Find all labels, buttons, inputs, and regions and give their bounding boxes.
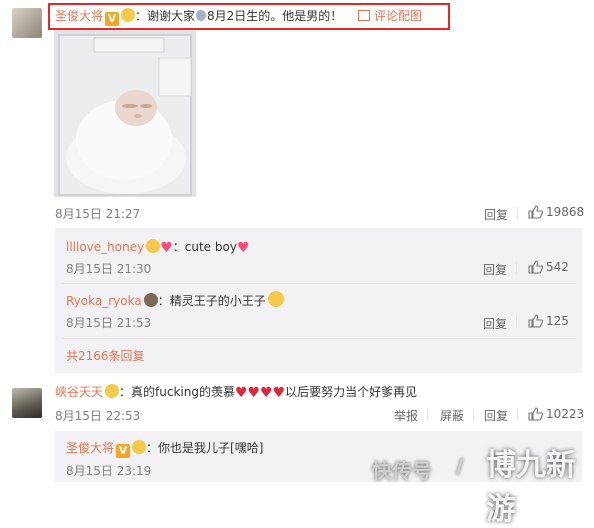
comment-time: 8月15日 22:53 xyxy=(55,409,141,423)
action-divider xyxy=(517,207,518,219)
like-count: 19868 xyxy=(546,205,585,219)
like-count: 125 xyxy=(546,314,569,328)
thumbs-up-icon xyxy=(528,260,543,274)
like-button[interactable]: 542 xyxy=(528,260,569,274)
pic-link[interactable]: 评论配图 xyxy=(374,9,422,23)
reply-author[interactable]: Ryoka_ryoka xyxy=(66,294,142,308)
watermark-left: 快传号 xyxy=(372,459,432,483)
reply-author[interactable]: llllove_honey xyxy=(66,240,144,254)
emoji-icon xyxy=(196,10,207,21)
reply-button[interactable]: 回复 xyxy=(483,261,507,278)
like-button[interactable]: 10223 xyxy=(528,407,584,421)
reply-button[interactable]: 回复 xyxy=(483,315,507,332)
reply-line-2: Ryoka_ryoka ：精灵王子的小王子 xyxy=(66,291,284,309)
reply-time: 8月15日 23:19 xyxy=(66,464,152,478)
image-icon xyxy=(358,10,371,21)
post-author[interactable]: 圣俊大将 xyxy=(55,9,103,23)
reply-button[interactable]: 回复 xyxy=(484,407,508,424)
verified-icon: V xyxy=(116,444,131,458)
avatar[interactable] xyxy=(12,388,42,418)
reply-line-3: 圣俊大将 V ：你也是我儿子[嘿哈] xyxy=(66,439,263,458)
heart-icon: ♥ xyxy=(236,240,250,256)
comment-line: 峡谷天天 ：真的fucking的羡慕♥♥♥♥以后要努力当个好爹再见 xyxy=(55,383,417,401)
action-divider xyxy=(516,316,517,328)
like-count: 10223 xyxy=(546,407,585,421)
action-divider xyxy=(516,262,517,274)
like-button[interactable]: 19868 xyxy=(528,205,584,219)
report-button[interactable]: 举报 xyxy=(394,407,418,424)
broken-heart-icon: ♥♥♥♥ xyxy=(234,385,286,401)
crown-icon xyxy=(146,239,161,253)
reply-divider xyxy=(62,283,576,284)
comment-author[interactable]: 峡谷天天 xyxy=(55,385,103,399)
reply-author[interactable]: 圣俊大将 xyxy=(66,441,114,455)
reply-divider xyxy=(62,338,576,339)
thumbs-up-icon xyxy=(528,205,543,219)
reply-text: ：你也是我儿子[嘿哈] xyxy=(146,441,264,455)
action-divider xyxy=(427,409,428,421)
block-button[interactable]: 屏蔽 xyxy=(440,407,464,424)
like-count: 542 xyxy=(546,260,569,274)
comment-text-before: ：真的fucking的羡慕 xyxy=(119,385,235,399)
crown-icon xyxy=(132,440,147,454)
post-text-before: ：谢谢大家 xyxy=(135,9,196,23)
emoji-icon xyxy=(267,291,284,307)
thumbs-up-icon xyxy=(528,407,543,421)
reply-line-1: llllove_honey ♥：cute boy♥ xyxy=(66,238,250,256)
verified-icon: V xyxy=(105,12,120,26)
comment-text-after: 以后要努力当个好爹再见 xyxy=(285,385,418,399)
watermark-right: 博九新游 xyxy=(486,448,576,527)
post-line: 圣俊大将 V ：谢谢大家 8月2日生的。他是男的！ 评论配图 xyxy=(55,7,422,26)
reply-text: ：精灵王子的小王子 xyxy=(157,294,266,308)
like-button[interactable]: 125 xyxy=(528,314,569,328)
action-divider xyxy=(473,409,474,421)
post-time: 8月15日 21:27 xyxy=(55,207,141,221)
action-divider xyxy=(517,409,518,421)
baby-photo xyxy=(54,30,196,197)
reply-button[interactable]: 回复 xyxy=(484,206,508,223)
thumbs-up-icon xyxy=(528,314,543,328)
reply-text: ：cute boy xyxy=(172,240,237,254)
reply-time: 8月15日 21:30 xyxy=(66,262,152,276)
heart-icon: ♥ xyxy=(160,240,173,256)
avatar[interactable] xyxy=(12,8,42,38)
more-replies-link[interactable]: 共2166条回复 xyxy=(66,347,145,364)
reply-time: 8月15日 21:53 xyxy=(66,316,152,330)
post-text-after: 8月2日生的。他是男的！ xyxy=(207,9,343,23)
comment-image[interactable] xyxy=(54,30,196,197)
owl-icon xyxy=(143,293,158,307)
crown-icon xyxy=(105,384,120,398)
crown-icon xyxy=(121,8,136,22)
watermark-mid: / xyxy=(456,454,464,478)
